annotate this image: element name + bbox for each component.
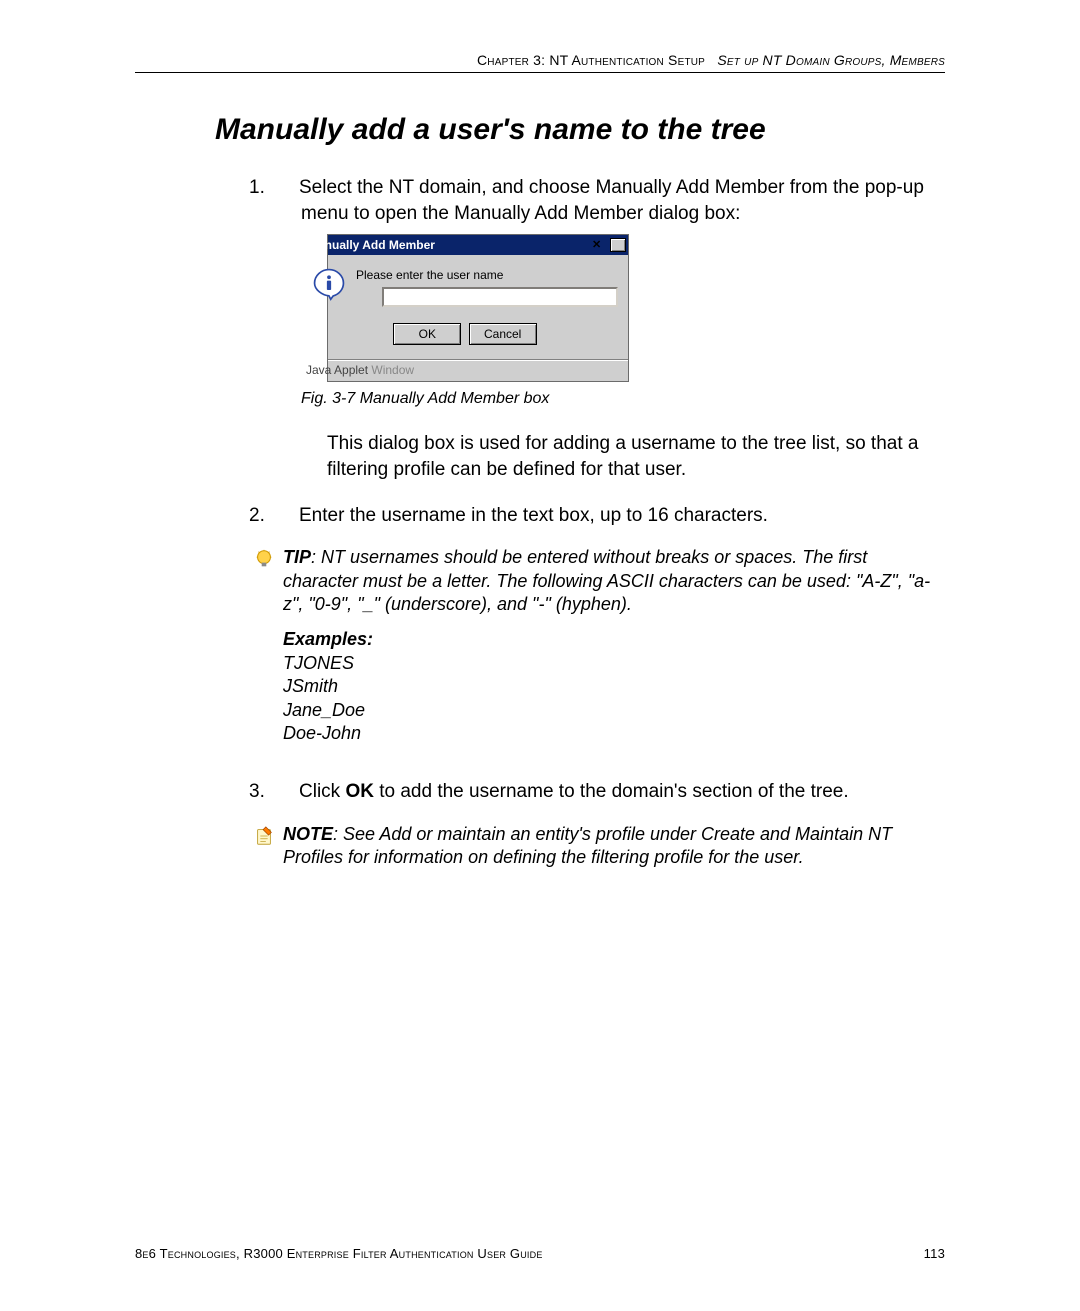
- step-2-number: 2.: [275, 503, 299, 529]
- tip-label: TIP: [283, 547, 311, 567]
- step-3: 3.Click OK to add the username to the do…: [275, 779, 945, 805]
- note-text: : See Add or maintain an entity's profil…: [283, 824, 892, 867]
- status-text-pre: Java Applet: [306, 363, 371, 377]
- close-icon[interactable]: ✕: [610, 238, 626, 252]
- tip-callout: TIP: NT usernames should be entered with…: [253, 546, 945, 765]
- example-2: Jane_Doe: [283, 699, 945, 722]
- step-1-number: 1.: [275, 175, 299, 201]
- step-3-post: to add the username to the domain's sect…: [374, 781, 849, 802]
- example-0: TJONES: [283, 652, 945, 675]
- manually-add-member-dialog: Manually Add Member ✕: [327, 234, 629, 381]
- dialog-titlebar: Manually Add Member ✕: [328, 235, 628, 255]
- dialog-title: Manually Add Member: [334, 237, 435, 253]
- cancel-button[interactable]: Cancel: [469, 323, 537, 345]
- step-3-pre: Click: [299, 781, 345, 802]
- tip-text: : NT usernames should be entered without…: [283, 547, 930, 614]
- examples-block: Examples: TJONES JSmith Jane_Doe Doe-Joh…: [283, 628, 945, 745]
- section-title: Manually add a user's name to the tree: [215, 113, 945, 147]
- step-3-number: 3.: [275, 779, 299, 805]
- page-footer: 8e6 Technologies, R3000 Enterprise Filte…: [135, 1246, 945, 1261]
- header-chapter: Chapter 3: NT Authentication Setup: [477, 52, 705, 68]
- page-header: Chapter 3: NT Authentication Setup Set u…: [135, 52, 945, 73]
- footer-left: 8e6 Technologies, R3000 Enterprise Filte…: [135, 1246, 543, 1261]
- note-callout: NOTE: See Add or maintain an entity's pr…: [253, 823, 945, 870]
- footer-page-number: 113: [924, 1246, 945, 1261]
- dialog-body: Please enter the user name OK Cancel: [328, 255, 628, 359]
- dialog-figure: Manually Add Member ✕: [327, 234, 945, 381]
- note-label: NOTE: [283, 824, 333, 844]
- dialog-prompt: Please enter the user name: [382, 267, 618, 283]
- status-text-post: Window: [371, 363, 414, 377]
- explain-paragraph: This dialog box is used for adding a use…: [327, 431, 945, 482]
- header-subtitle: Set up NT Domain Groups, Members: [717, 52, 945, 68]
- ok-button[interactable]: OK: [393, 323, 461, 345]
- step-1: 1.Select the NT domain, and choose Manua…: [275, 175, 945, 483]
- note-icon: [253, 825, 275, 847]
- step-2-text: Enter the username in the text box, up t…: [299, 505, 768, 526]
- step-2: 2.Enter the username in the text box, up…: [275, 503, 945, 529]
- examples-label: Examples:: [283, 628, 945, 651]
- dialog-statusbar: Java Applet Window: [328, 359, 628, 380]
- example-1: JSmith: [283, 675, 945, 698]
- step-3-bold: OK: [345, 781, 374, 802]
- figure-caption: Fig. 3-7 Manually Add Member box: [327, 388, 945, 410]
- lightbulb-icon: [253, 548, 275, 570]
- example-3: Doe-John: [283, 722, 945, 745]
- username-input[interactable]: [382, 287, 618, 307]
- step-1-text: Select the NT domain, and choose Manuall…: [299, 177, 924, 224]
- content-area: 1.Select the NT domain, and choose Manua…: [275, 175, 945, 870]
